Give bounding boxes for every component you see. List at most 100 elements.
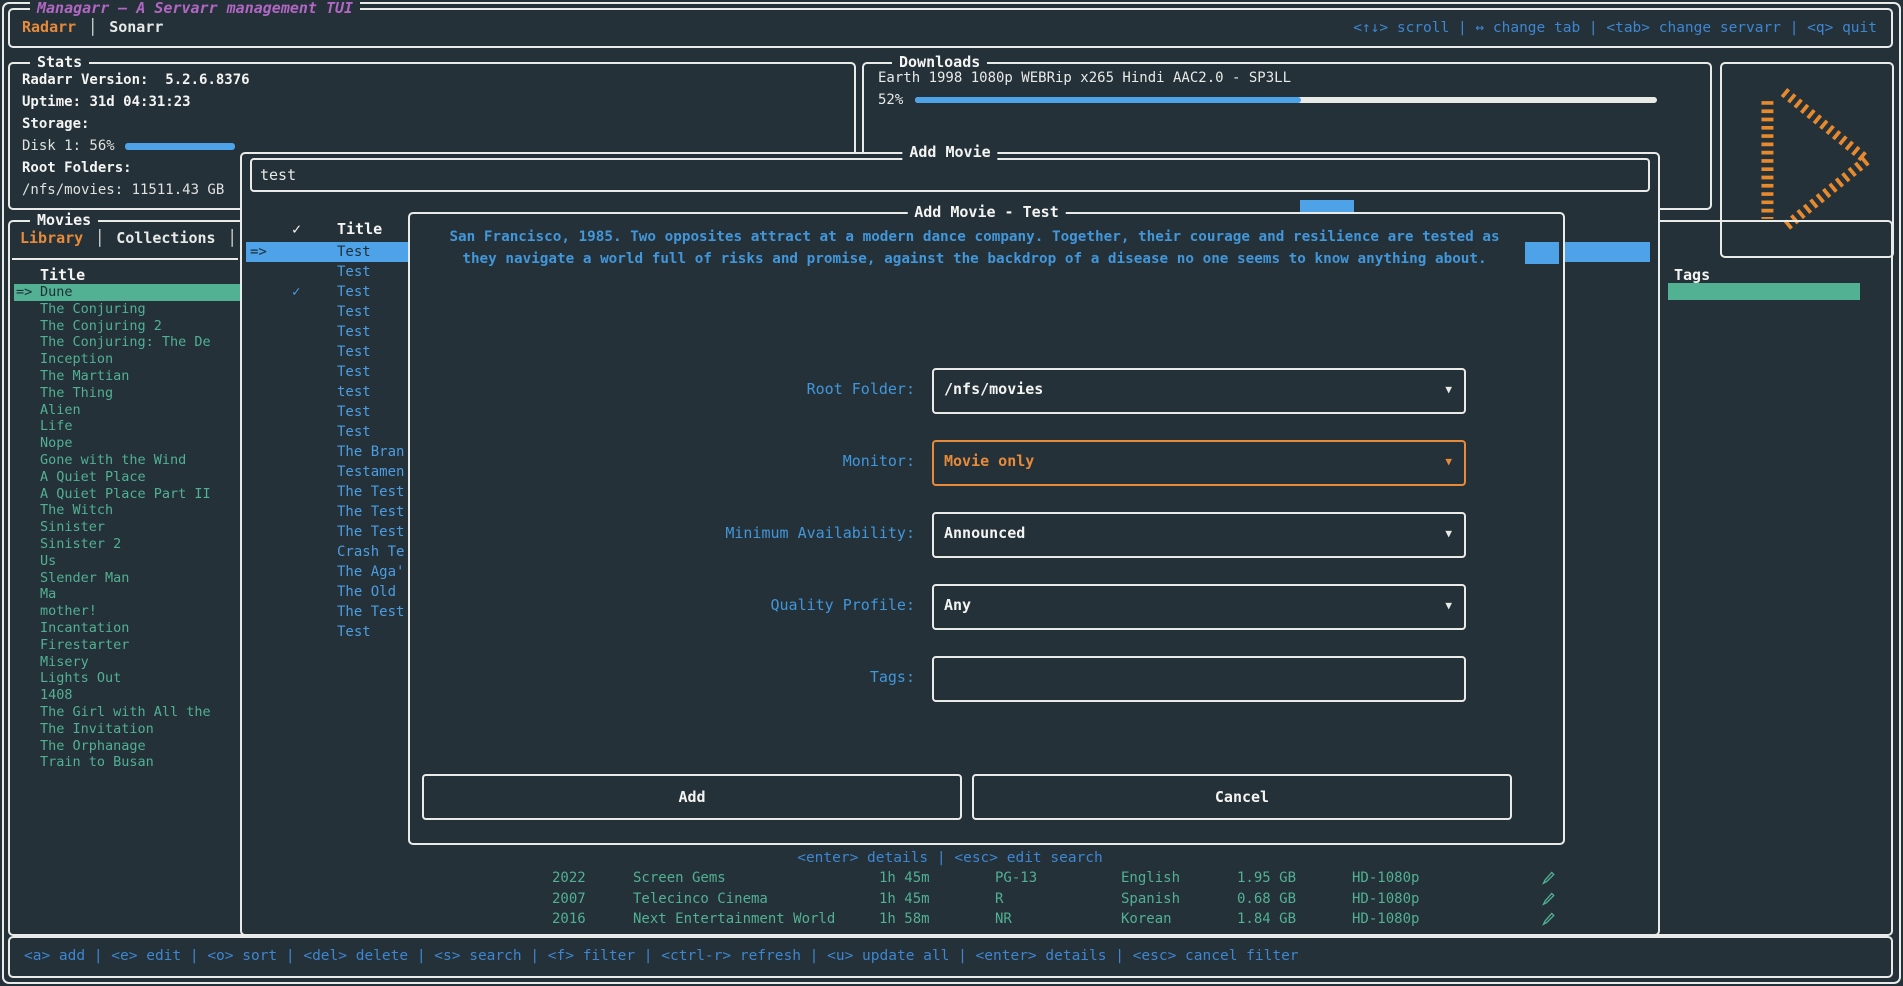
result-title: The Test: [337, 502, 404, 522]
table-row[interactable]: 2022Screen Gems1h 45mPG-13English1.95 GB…: [242, 868, 1658, 889]
cell-quality: HD-1080p: [1352, 909, 1419, 930]
movie-title: Dune: [40, 284, 73, 300]
movie-list-item[interactable]: The Martian: [14, 368, 242, 385]
cell-runtime: 1h 45m: [879, 889, 930, 910]
managarr-logo-icon: [1738, 79, 1876, 241]
form-field-label: Monitor:: [410, 452, 915, 470]
add-movie-modal: Add Movie - Test San Francisco, 1985. Tw…: [408, 212, 1565, 845]
description-scrollbar[interactable]: [1525, 242, 1559, 264]
movie-title: 1408: [40, 687, 73, 703]
tags-select[interactable]: [932, 656, 1466, 702]
tab-radarr[interactable]: Radarr: [22, 18, 76, 36]
result-title: The Old: [337, 582, 396, 602]
download-progress-fill: [915, 97, 1301, 103]
result-title: The Aga': [337, 562, 404, 582]
popup-keybinds-help: <enter> details | <esc> edit search: [242, 850, 1658, 866]
global-keybinds-help: <↑↓> scroll | ↔ change tab | <tab> chang…: [1353, 20, 1877, 36]
movie-list-item[interactable]: 1408: [14, 687, 242, 704]
movie-list-item[interactable]: Us: [14, 553, 242, 570]
movie-list-item[interactable]: Alien: [14, 402, 242, 419]
movie-list-item[interactable]: Inception: [14, 351, 242, 368]
minimum-availability-select[interactable]: Announced▼: [932, 512, 1466, 558]
movie-list-item[interactable]: Lights Out: [14, 670, 242, 687]
root-folder-value: /nfs/movies: 11511.43 GB: [22, 179, 250, 201]
movie-list-item[interactable]: Sinister 2: [14, 536, 242, 553]
result-title: Test: [337, 302, 371, 322]
movie-title: A Quiet Place Part II: [40, 486, 211, 502]
movie-list-item[interactable]: Nope: [14, 435, 242, 452]
table-row[interactable]: 2016Next Entertainment World1h 58mNRKore…: [242, 909, 1658, 930]
movie-title: Train to Busan: [40, 754, 154, 770]
movie-title: mother!: [40, 603, 97, 619]
movie-list-item[interactable]: The Invitation: [14, 721, 242, 738]
app-title: Managarr – A Servarr management TUI: [30, 0, 360, 17]
form-field-value: Announced: [944, 524, 1025, 542]
cell-quality: HD-1080p: [1352, 868, 1419, 889]
movie-list-item[interactable]: The Girl with All the: [14, 704, 242, 721]
movie-title: Inception: [40, 351, 113, 367]
movie-title: The Thing: [40, 385, 113, 401]
tab-library[interactable]: Library: [20, 229, 83, 247]
form-field-label: Minimum Availability:: [410, 524, 915, 542]
cell-runtime: 1h 45m: [879, 868, 930, 889]
results-title-column: Title: [337, 220, 382, 238]
result-title: Test: [337, 402, 371, 422]
cell-year: 2007: [552, 889, 586, 910]
movie-list-item[interactable]: Slender Man: [14, 570, 242, 587]
header-panel: Managarr – A Servarr management TUI Rada…: [8, 8, 1893, 48]
root-folder-select[interactable]: /nfs/movies▼: [932, 368, 1466, 414]
movie-list-item[interactable]: Sinister: [14, 519, 242, 536]
movie-list-item[interactable]: Incantation: [14, 620, 242, 637]
result-title: Test: [337, 282, 371, 302]
edit-pencil-icon[interactable]: [1542, 912, 1555, 933]
movie-title: Firestarter: [40, 637, 129, 653]
result-title: The Test: [337, 602, 404, 622]
movie-list-item[interactable]: The Witch: [14, 502, 242, 519]
radarr-version: Radarr Version: 5.2.6.8376: [22, 69, 250, 91]
cell-rating: NR: [995, 909, 1012, 930]
root-folders-label: Root Folders:: [22, 157, 250, 179]
table-row[interactable]: 2007Telecinco Cinema1h 45mRSpanish0.68 G…: [242, 889, 1658, 910]
tab-divider: │: [95, 229, 104, 247]
movie-title: Lights Out: [40, 670, 121, 686]
movie-list-item[interactable]: =>Dune: [14, 284, 242, 301]
movie-list-item[interactable]: Ma: [14, 586, 242, 603]
movie-title: Sinister 2: [40, 536, 121, 552]
monitored-check-icon: ✓: [292, 282, 300, 302]
movie-list-item[interactable]: The Conjuring 2: [14, 318, 242, 335]
quality-profile-select[interactable]: Any▼: [932, 584, 1466, 630]
movie-list-item[interactable]: Firestarter: [14, 637, 242, 654]
result-title: Testamen: [337, 462, 404, 482]
movie-title: Sinister: [40, 519, 105, 535]
movie-list-item[interactable]: A Quiet Place: [14, 469, 242, 486]
movie-list-item[interactable]: The Conjuring: The De: [14, 334, 242, 351]
movie-list-item[interactable]: Misery: [14, 654, 242, 671]
add-button[interactable]: Add: [422, 774, 962, 820]
form-field-label: Quality Profile:: [410, 596, 915, 614]
tab-sonarr[interactable]: Sonarr: [109, 18, 163, 36]
monitor-select[interactable]: Movie only▼: [932, 440, 1466, 486]
movie-search-input[interactable]: test: [250, 158, 1650, 192]
form-field-label: Root Folder:: [410, 380, 915, 398]
movie-title: Alien: [40, 402, 81, 418]
movie-list-item[interactable]: Gone with the Wind: [14, 452, 242, 469]
movie-list-item[interactable]: The Thing: [14, 385, 242, 402]
movie-list-item[interactable]: mother!: [14, 603, 242, 620]
download-progress-track: [915, 97, 1657, 103]
result-title: Test: [337, 322, 371, 342]
cell-language: Spanish: [1121, 889, 1180, 910]
movie-list-item[interactable]: A Quiet Place Part II: [14, 486, 242, 503]
form-row: Quality Profile: Any▼: [410, 584, 1563, 630]
cancel-button[interactable]: Cancel: [972, 774, 1512, 820]
storage-label: Storage:: [22, 113, 250, 135]
movies-list: =>DuneThe ConjuringThe Conjuring 2The Co…: [14, 284, 242, 771]
cell-language: Korean: [1121, 909, 1172, 930]
movie-list-item[interactable]: Train to Busan: [14, 754, 242, 771]
movie-list-item[interactable]: Life: [14, 418, 242, 435]
movie-list-item[interactable]: The Orphanage: [14, 738, 242, 755]
movie-list-item[interactable]: The Conjuring: [14, 301, 242, 318]
form-field-value: Any: [944, 596, 971, 614]
tab-collections[interactable]: Collections: [116, 229, 215, 247]
servarr-tabs: Radarr │ Sonarr: [22, 18, 163, 36]
movie-title: The Conjuring 2: [40, 318, 162, 334]
